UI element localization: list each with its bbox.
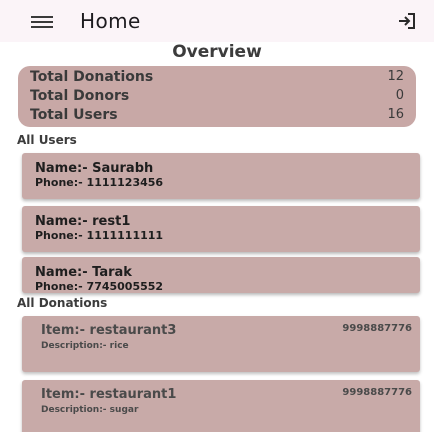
donation-card[interactable]: Item:- restaurant1 Description:- sugar 9… [22, 380, 420, 432]
user-name: Name:- rest1 [35, 214, 131, 229]
donation-description: Description:- sugar [41, 405, 139, 415]
donation-phone: 9998887776 [342, 387, 412, 398]
stat-total-donations: Total Donations 12 [30, 67, 404, 87]
logout-icon[interactable] [397, 12, 417, 30]
home-screen: Home Overview Total Donations 12 Total D… [0, 0, 434, 432]
user-card[interactable]: Name:- Saurabh Phone:- 1111123456 [22, 153, 420, 199]
all-donations-heading: All Donations [17, 296, 108, 310]
stat-total-users: Total Users 16 [30, 105, 404, 125]
donation-item: Item:- restaurant1 [41, 387, 177, 402]
stat-value: 16 [387, 107, 404, 122]
hamburger-menu-icon[interactable] [31, 16, 53, 28]
stat-total-donors: Total Donors 0 [30, 86, 404, 106]
stat-value: 0 [395, 88, 404, 103]
user-phone: Phone:- 1111123456 [35, 176, 164, 189]
stat-label: Total Donors [30, 88, 130, 104]
overview-heading: Overview [172, 42, 262, 62]
donation-description: Description:- rice [41, 341, 129, 351]
donation-item: Item:- restaurant3 [41, 323, 177, 338]
top-app-bar: Home [0, 0, 434, 42]
user-name: Name:- Saurabh [35, 161, 154, 176]
donation-phone: 9998887776 [342, 323, 412, 334]
stats-card: Total Donations 12 Total Donors 0 Total … [18, 66, 416, 127]
page-title: Home [80, 9, 141, 33]
stat-value: 12 [387, 69, 404, 84]
user-card[interactable]: Name:- Tarak Phone:- 7745005552 [22, 257, 420, 293]
all-users-heading: All Users [17, 133, 77, 147]
user-phone: Phone:- 1111111111 [35, 229, 164, 242]
user-card[interactable]: Name:- rest1 Phone:- 1111111111 [22, 206, 420, 252]
user-phone: Phone:- 7745005552 [35, 280, 164, 293]
donation-card[interactable]: Item:- restaurant3 Description:- rice 99… [22, 316, 420, 372]
stat-label: Total Donations [30, 69, 154, 85]
user-name: Name:- Tarak [35, 265, 132, 280]
stat-label: Total Users [30, 107, 118, 123]
